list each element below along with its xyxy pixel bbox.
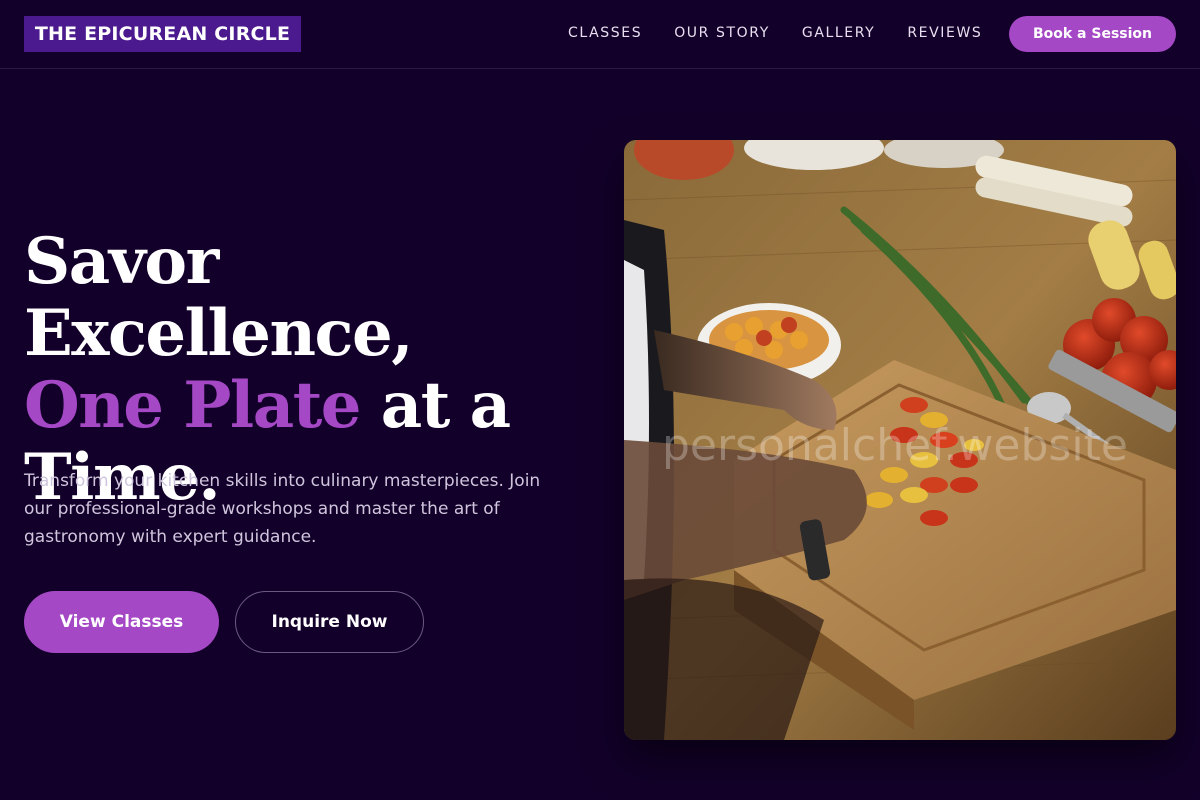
hero-subtitle: Transform your kitchen skills into culin…	[24, 471, 541, 547]
headline-part-2: at a	[359, 368, 511, 443]
nav-link-gallery[interactable]: GALLERY	[802, 24, 875, 44]
hero-image: personalchef.website	[624, 140, 1176, 740]
logo[interactable]: THE EPICUREAN CIRCLE	[24, 16, 301, 52]
book-session-button[interactable]: Book a Session	[1009, 16, 1176, 52]
view-classes-button[interactable]: View Classes	[24, 591, 219, 653]
headline-accent: One Plate	[24, 368, 361, 443]
nav-link-our-story[interactable]: OUR STORY	[674, 24, 770, 44]
site-header: THE EPICUREAN CIRCLE CLASSES OUR STORY G…	[0, 0, 1200, 69]
main-nav: CLASSES OUR STORY GALLERY REVIEWS	[568, 24, 1014, 44]
nav-link-classes[interactable]: CLASSES	[568, 24, 642, 44]
nav-link-reviews[interactable]: REVIEWS	[907, 24, 982, 44]
image-watermark: personalchef.website	[662, 420, 1128, 471]
headline-part-1: Savor Excellence,	[24, 224, 413, 371]
inquire-now-button[interactable]: Inquire Now	[235, 591, 424, 653]
